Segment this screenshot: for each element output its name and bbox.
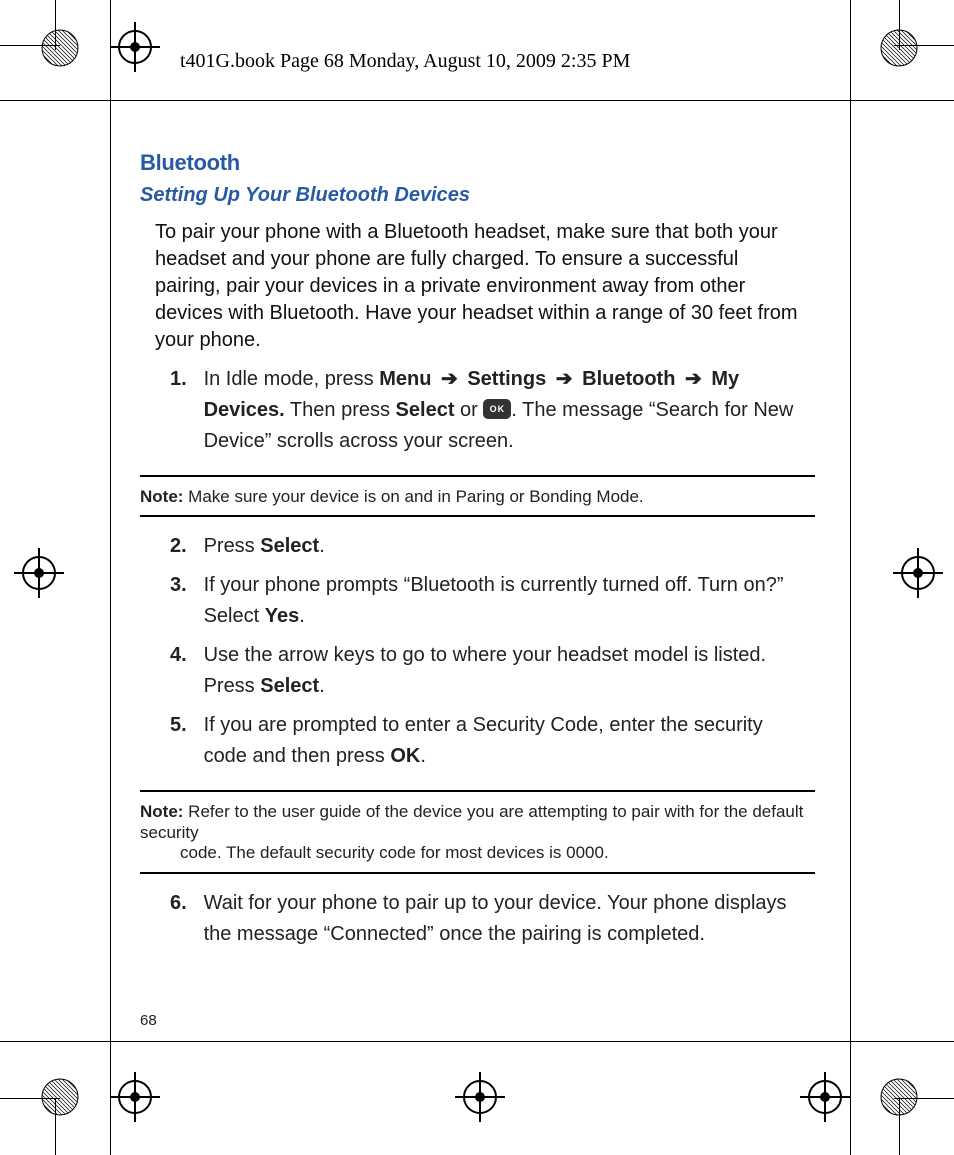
arrow-icon: ➔ <box>556 368 573 390</box>
text: If you are prompted to enter a Security … <box>204 714 763 767</box>
text: Then press <box>285 399 396 421</box>
bluetooth-label: Bluetooth <box>582 368 675 390</box>
text: In Idle mode, press <box>204 368 380 390</box>
crosshair-mark-icon <box>893 548 943 598</box>
step-number: 5. <box>170 710 198 741</box>
text: . <box>420 745 426 767</box>
ok-label: OK <box>390 745 420 767</box>
select-label: Select <box>260 535 319 557</box>
crop-line <box>0 100 954 101</box>
settings-label: Settings <box>467 368 546 390</box>
header-text: t401G.book Page 68 Monday, August 10, 20… <box>180 50 630 73</box>
step-number: 1. <box>170 364 198 395</box>
step-4: 4. Use the arrow keys to go to where you… <box>170 640 805 702</box>
step-5: 5. If you are prompted to enter a Securi… <box>170 710 805 772</box>
crosshair-mark-icon <box>110 1072 160 1122</box>
note-1: Note: Make sure your device is on and in… <box>140 475 815 517</box>
crop-line <box>110 0 111 1155</box>
text: Wait for your phone to pair up to your d… <box>204 892 787 945</box>
yes-label: Yes <box>265 605 299 627</box>
arrow-icon: ➔ <box>685 368 702 390</box>
arrow-icon: ➔ <box>441 368 458 390</box>
step-3: 3. If your phone prompts “Bluetooth is c… <box>170 570 805 632</box>
step-number: 4. <box>170 640 198 671</box>
text: . <box>319 535 325 557</box>
crosshair-mark-icon <box>455 1072 505 1122</box>
step-body: Press Select. <box>204 531 804 562</box>
text: . <box>319 675 325 697</box>
text: or <box>454 399 483 421</box>
page-number: 68 <box>140 1012 157 1029</box>
crop-line <box>0 1041 954 1042</box>
registration-mark-icon <box>880 29 918 67</box>
step-number: 2. <box>170 531 198 562</box>
heading-subtitle: Setting Up Your Bluetooth Devices <box>140 184 815 207</box>
text: If your phone prompts “Bluetooth is curr… <box>204 574 784 596</box>
note-2: Note: Refer to the user guide of the dev… <box>140 790 815 873</box>
menu-label: Menu <box>379 368 431 390</box>
note-body: Make sure your device is on and in Parin… <box>183 487 643 506</box>
step-number: 6. <box>170 888 198 919</box>
step-2: 2. Press Select. <box>170 531 805 562</box>
note-label: Note: <box>140 487 183 506</box>
text: . <box>299 605 305 627</box>
step-6: 6. Wait for your phone to pair up to you… <box>170 888 805 950</box>
select-label: Select <box>396 399 455 421</box>
note-body-line2: code. The default security code for most… <box>180 843 815 863</box>
content-area: Bluetooth Setting Up Your Bluetooth Devi… <box>140 150 815 958</box>
crop-line <box>850 0 851 1155</box>
step-body: If you are prompted to enter a Security … <box>204 710 804 772</box>
intro-paragraph: To pair your phone with a Bluetooth head… <box>155 219 800 354</box>
note-body: Refer to the user guide of the device yo… <box>140 802 803 841</box>
crosshair-mark-icon <box>110 22 160 72</box>
step-body: In Idle mode, press Menu ➔ Settings ➔ Bl… <box>204 364 804 457</box>
step-number: 3. <box>170 570 198 601</box>
heading-bluetooth: Bluetooth <box>140 150 815 176</box>
step-1: 1. In Idle mode, press Menu ➔ Settings ➔… <box>170 364 805 457</box>
note-label: Note: <box>140 802 183 821</box>
step-body: Use the arrow keys to go to where your h… <box>204 640 804 702</box>
registration-mark-icon <box>41 1078 79 1116</box>
step-body: Wait for your phone to pair up to your d… <box>204 888 804 950</box>
select-label: Select <box>260 675 319 697</box>
registration-mark-icon <box>41 29 79 67</box>
ok-button-icon: OK <box>483 399 511 419</box>
text: Press <box>204 535 261 557</box>
registration-mark-icon <box>880 1078 918 1116</box>
crosshair-mark-icon <box>800 1072 850 1122</box>
step-body: If your phone prompts “Bluetooth is curr… <box>204 570 804 632</box>
crosshair-mark-icon <box>14 548 64 598</box>
text: Select <box>204 605 265 627</box>
